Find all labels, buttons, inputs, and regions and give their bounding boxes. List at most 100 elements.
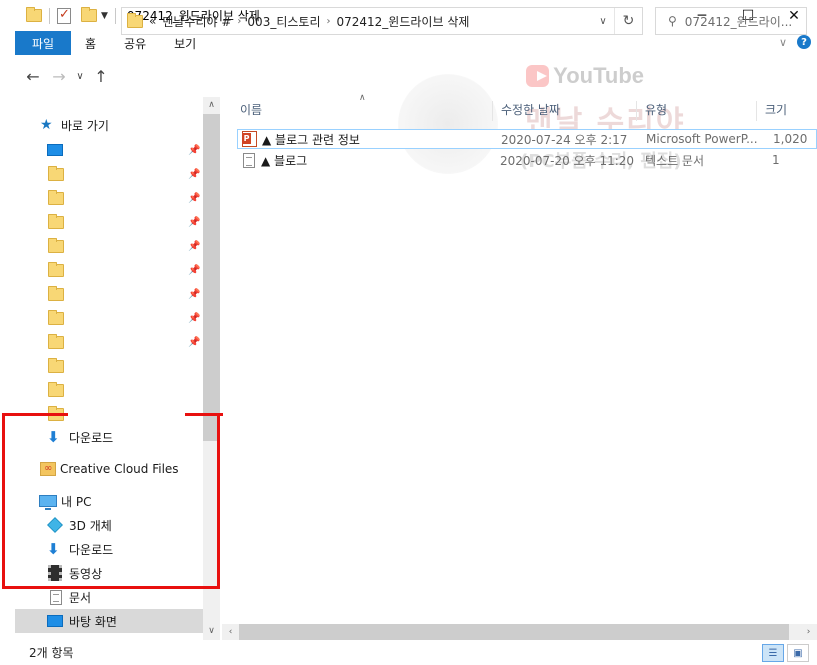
nav-quick-access[interactable]: ★ 바로 가기 bbox=[0, 113, 203, 137]
scroll-right-icon[interactable]: › bbox=[800, 624, 817, 640]
expand-ribbon-chevron-icon[interactable]: ∨ bbox=[779, 36, 787, 49]
pin-icon[interactable]: 📌 bbox=[188, 145, 200, 156]
nav-pinned-item[interactable]: 📌 bbox=[0, 234, 203, 258]
folder-icon bbox=[48, 261, 64, 277]
column-separator[interactable] bbox=[636, 101, 637, 121]
cube-icon bbox=[47, 517, 63, 533]
item-count: 2개 항목 bbox=[29, 646, 74, 660]
file-name: ▲ 블로그 bbox=[261, 153, 308, 168]
nav-pinned-item[interactable]: 📌 bbox=[0, 330, 203, 354]
breadcrumb-chevron-icon[interactable]: › bbox=[237, 16, 241, 27]
nav-videos[interactable]: 동영상 bbox=[0, 561, 203, 585]
pin-icon[interactable]: 📌 bbox=[188, 337, 200, 348]
nav-label: 3D 개체 bbox=[69, 518, 112, 533]
column-header-date[interactable]: 수정한 날짜 bbox=[501, 101, 560, 121]
column-separator[interactable] bbox=[492, 101, 493, 121]
pin-icon[interactable]: 📌 bbox=[188, 193, 200, 204]
computer-icon bbox=[39, 495, 57, 510]
file-row[interactable]: ▲ 블로그 2020-07-20 오후 11:20 텍스트 문서 1 bbox=[237, 150, 817, 170]
horizontal-scrollbar[interactable]: ‹ › bbox=[222, 624, 817, 640]
nav-folder-item[interactable] bbox=[0, 354, 203, 378]
file-list-pane: ∧ 이름 수정한 날짜 유형 크기 ▲ 블로그 관련 정보 2020-07-24… bbox=[222, 93, 817, 640]
youtube-play-icon bbox=[526, 65, 550, 87]
file-type: 텍스트 문서 bbox=[645, 153, 705, 168]
toolbar-separator bbox=[114, 7, 116, 24]
pin-icon[interactable]: 📌 bbox=[188, 241, 200, 252]
folder-icon bbox=[48, 405, 64, 421]
properties-icon[interactable] bbox=[57, 7, 71, 24]
nav-pinned-item[interactable]: 📌 bbox=[0, 258, 203, 282]
file-row[interactable]: ▲ 블로그 관련 정보 2020-07-24 오후 2:17 Microsoft… bbox=[237, 129, 817, 149]
nav-folder-item[interactable] bbox=[0, 402, 203, 426]
breadcrumb-item[interactable]: 003_티스토리 bbox=[247, 13, 320, 30]
address-bar[interactable]: « 맨날수리야 # › 003_티스토리 › 072412_윈드라이브 삭제 ∨… bbox=[121, 7, 643, 35]
youtube-watermark: YouTube bbox=[526, 60, 644, 92]
nav-pinned-item[interactable]: 📌 bbox=[0, 282, 203, 306]
pin-icon[interactable]: 📌 bbox=[188, 217, 200, 228]
nav-folder-item[interactable] bbox=[0, 378, 203, 402]
details-view-icon[interactable]: ☰ bbox=[762, 644, 784, 662]
nav-downloads-quick[interactable]: ⬇ 다운로드 bbox=[0, 425, 203, 449]
breadcrumb-item[interactable]: 맨날수리야 # bbox=[162, 13, 231, 30]
column-header-type[interactable]: 유형 bbox=[645, 101, 667, 121]
nav-label: 내 PC bbox=[61, 494, 92, 509]
folder-icon bbox=[127, 12, 143, 28]
scrollbar-thumb[interactable] bbox=[203, 114, 220, 441]
nav-desktop[interactable]: 바탕 화면 bbox=[15, 609, 203, 633]
toolbar-separator bbox=[49, 7, 50, 24]
breadcrumb-chevron-icon[interactable]: › bbox=[327, 16, 331, 27]
tab-file[interactable]: 파일 bbox=[15, 31, 71, 55]
nav-this-pc[interactable]: 내 PC bbox=[0, 489, 203, 513]
scroll-down-icon[interactable]: ∨ bbox=[203, 623, 220, 640]
nav-vertical-scrollbar[interactable]: ∧ ∨ bbox=[203, 97, 220, 640]
download-arrow-icon: ⬇ bbox=[47, 540, 60, 558]
up-button[interactable]: ↑ bbox=[88, 67, 114, 86]
breadcrumb-overflow[interactable]: « bbox=[149, 14, 156, 28]
file-type: Microsoft PowerP... bbox=[646, 132, 758, 146]
search-icon: ⚲ bbox=[668, 14, 677, 28]
navigation-bar: ← → ∨ ↑ bbox=[0, 55, 817, 97]
file-date: 2020-07-20 오후 11:20 bbox=[500, 153, 635, 168]
nav-creative-cloud[interactable]: Creative Cloud Files bbox=[0, 457, 203, 481]
refresh-icon[interactable]: ↻ bbox=[614, 8, 642, 34]
nav-3d-objects[interactable]: 3D 개체 bbox=[0, 513, 203, 537]
back-button[interactable]: ← bbox=[20, 67, 46, 86]
pin-icon[interactable]: 📌 bbox=[188, 265, 200, 276]
pin-icon[interactable]: 📌 bbox=[188, 169, 200, 180]
forward-button[interactable]: → bbox=[46, 67, 72, 86]
nav-label: Creative Cloud Files bbox=[60, 462, 179, 476]
nav-pinned-item[interactable]: 📌 bbox=[0, 138, 203, 162]
help-icon[interactable]: ? bbox=[797, 35, 811, 49]
folder-icon bbox=[48, 213, 64, 229]
folder-icon bbox=[48, 333, 64, 349]
large-icons-view-icon[interactable]: ▣ bbox=[787, 644, 809, 662]
pin-icon[interactable]: 📌 bbox=[188, 289, 200, 300]
recent-locations-chevron-icon[interactable]: ∨ bbox=[72, 71, 88, 82]
column-header-name[interactable]: 이름 bbox=[240, 101, 262, 121]
download-arrow-icon: ⬇ bbox=[47, 428, 60, 446]
nav-downloads[interactable]: ⬇ 다운로드 bbox=[0, 537, 203, 561]
scrollbar-thumb[interactable] bbox=[239, 624, 789, 640]
column-separator[interactable] bbox=[756, 101, 757, 121]
search-box[interactable]: ⚲ 072412_윈드라이... bbox=[655, 7, 807, 35]
tab-home[interactable]: 홈 bbox=[71, 31, 110, 55]
new-folder-icon[interactable] bbox=[81, 7, 97, 22]
address-dropdown-chevron-icon[interactable]: ∨ bbox=[592, 16, 614, 27]
column-header-size[interactable]: 크기 bbox=[765, 101, 787, 121]
scroll-left-icon[interactable]: ‹ bbox=[222, 624, 239, 640]
folder-icon bbox=[48, 381, 64, 397]
scroll-up-icon[interactable]: ∧ bbox=[203, 97, 220, 114]
nav-pinned-item[interactable]: 📌 bbox=[0, 306, 203, 330]
nav-documents[interactable]: 문서 bbox=[0, 585, 203, 609]
customize-toolbar-chevron-icon[interactable]: ▼ bbox=[101, 11, 108, 21]
nav-pinned-item[interactable]: 📌 bbox=[0, 162, 203, 186]
pin-icon[interactable]: 📌 bbox=[188, 313, 200, 324]
desktop-icon bbox=[47, 144, 63, 156]
nav-pinned-item[interactable]: 📌 bbox=[0, 186, 203, 210]
file-size: 1,020 bbox=[773, 132, 808, 146]
breadcrumb-item[interactable]: 072412_윈드라이브 삭제 bbox=[337, 13, 470, 30]
ribbon-right-controls: ∨ ? bbox=[779, 35, 811, 49]
file-name: ▲ 블로그 관련 정보 bbox=[262, 132, 360, 147]
powerpoint-icon bbox=[242, 131, 257, 147]
nav-pinned-item[interactable]: 📌 bbox=[0, 210, 203, 234]
